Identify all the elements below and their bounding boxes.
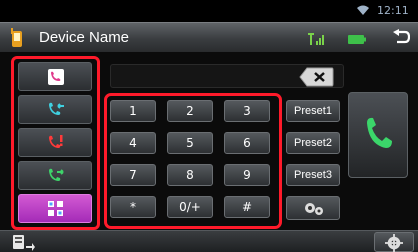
phone-device-icon [11,28,22,47]
preset-2-button[interactable]: Preset2 [286,132,340,154]
back-icon[interactable] [390,29,410,47]
key-4[interactable]: 4 [110,132,156,154]
key-9[interactable]: 9 [224,164,270,186]
page-title: Device Name [39,29,130,46]
clock: 12:11 [377,4,409,17]
battery-icon [348,35,366,44]
key-0-plus[interactable]: 0/+ [167,196,213,218]
dial-keypad-icon [48,201,63,216]
key-7[interactable]: 7 [110,164,156,186]
dial-settings-button[interactable] [286,196,340,220]
preset-3-button[interactable]: Preset3 [286,164,340,186]
wifi-icon [357,5,369,15]
status-bar: 12:11 [0,0,418,22]
key-hash[interactable]: # [224,196,270,218]
gear-icon [385,234,403,252]
signal-strength-icon [308,33,324,45]
key-1[interactable]: 1 [110,100,156,122]
key-8[interactable]: 8 [167,164,213,186]
key-star[interactable]: * [110,196,156,218]
gears-icon [305,203,323,215]
phonebook-icon [48,69,64,85]
sidebar-item-phonebook[interactable] [18,62,92,91]
title-bar: Device Name [0,22,418,52]
key-6[interactable]: 6 [224,132,270,154]
key-5[interactable]: 5 [167,132,213,154]
phonebook-transfer-icon[interactable] [12,234,36,251]
sidebar-item-outgoing-calls[interactable] [18,161,92,190]
preset-1-button[interactable]: Preset1 [286,100,340,122]
sidebar-item-dial-keypad[interactable] [18,194,92,223]
call-handset-icon [367,117,392,148]
key-3[interactable]: 3 [224,100,270,122]
sidebar-item-missed-calls[interactable] [18,128,92,157]
incoming-calls-icon [49,102,64,115]
outgoing-calls-icon [49,168,64,181]
backspace-button[interactable] [299,67,334,87]
call-button[interactable] [348,92,408,178]
sidebar-item-incoming-calls[interactable] [18,95,92,124]
bottom-bar [0,230,418,252]
settings-button[interactable] [374,232,414,252]
key-2[interactable]: 2 [167,100,213,122]
missed-calls-icon [49,135,63,148]
